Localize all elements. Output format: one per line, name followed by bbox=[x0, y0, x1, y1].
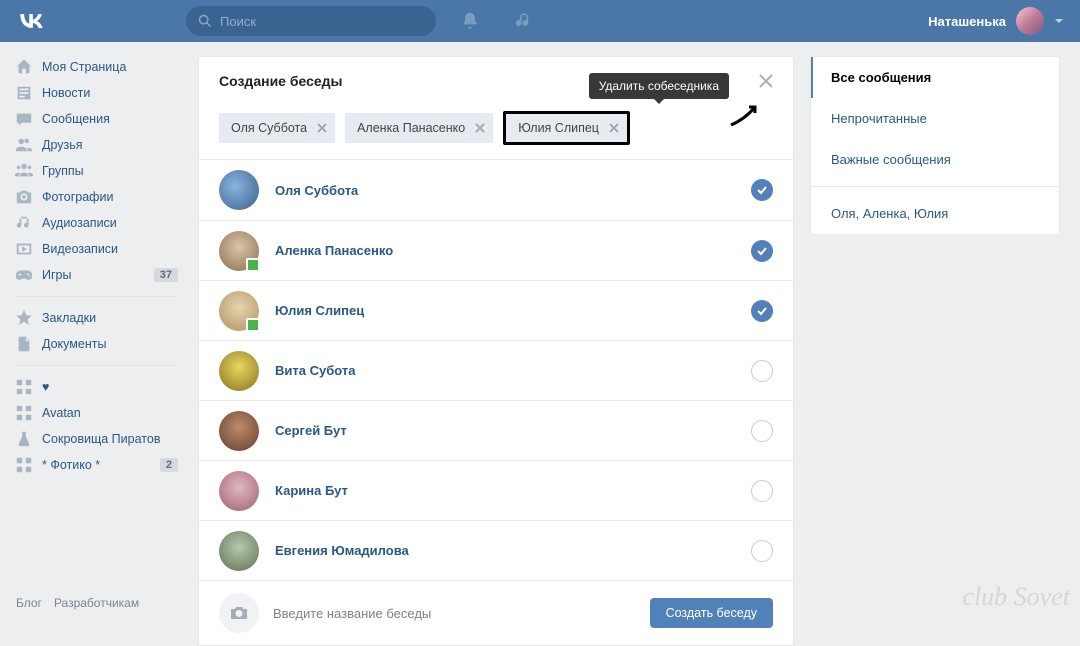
messages-icon bbox=[15, 110, 33, 128]
messages-filter-panel: Все сообщения Непрочитанные Важные сообщ… bbox=[810, 56, 1060, 235]
nav-video[interactable]: Видеозаписи bbox=[6, 236, 184, 262]
nav-photos[interactable]: Фотографии bbox=[6, 184, 184, 210]
chip-remove-icon[interactable] bbox=[475, 123, 485, 133]
app-icon bbox=[15, 456, 33, 474]
avatar bbox=[219, 231, 259, 271]
friend-row[interactable]: Карина Бут bbox=[199, 460, 793, 520]
home-icon bbox=[15, 58, 33, 76]
groups-icon bbox=[15, 162, 33, 180]
create-chat-button[interactable]: Создать беседу bbox=[650, 598, 773, 628]
friend-row[interactable]: Евгения Юмадилова bbox=[199, 520, 793, 580]
avatar bbox=[219, 291, 259, 331]
star-icon bbox=[15, 309, 33, 327]
avatar bbox=[219, 170, 259, 210]
avatar bbox=[219, 351, 259, 391]
nav-app-treasures[interactable]: Сокровища Пиратов bbox=[6, 426, 184, 452]
footer-links: Блог Разработчикам bbox=[8, 588, 147, 618]
games-badge: 37 bbox=[154, 268, 178, 282]
check-off-icon bbox=[751, 480, 773, 502]
nav-my-page[interactable]: Моя Страница bbox=[6, 54, 184, 80]
check-on-icon bbox=[751, 300, 773, 322]
footer-blog[interactable]: Блог bbox=[16, 596, 42, 610]
filter-unread[interactable]: Непрочитанные bbox=[811, 98, 1059, 139]
check-on-icon bbox=[751, 179, 773, 201]
user-menu[interactable]: Наташенька bbox=[928, 7, 1064, 35]
audio-icon bbox=[15, 214, 33, 232]
games-icon bbox=[15, 266, 33, 284]
nav-documents[interactable]: Документы bbox=[6, 331, 184, 357]
avatar bbox=[219, 471, 259, 511]
notifications-icon[interactable] bbox=[460, 11, 480, 31]
nav-bookmarks[interactable]: Закладки bbox=[6, 305, 184, 331]
chip-remove-icon[interactable] bbox=[317, 123, 327, 133]
news-icon bbox=[15, 84, 33, 102]
recent-chat[interactable]: Оля, Аленка, Юлия bbox=[811, 193, 1059, 234]
nav-news[interactable]: Новости bbox=[6, 80, 184, 106]
music-icon[interactable] bbox=[514, 11, 534, 31]
vk-logo[interactable] bbox=[16, 6, 46, 36]
chip-olya[interactable]: Оля Суббота bbox=[219, 113, 335, 143]
footer-dev[interactable]: Разработчикам bbox=[54, 596, 139, 610]
fotiko-badge: 2 bbox=[160, 458, 178, 472]
friend-row[interactable]: Вита Субота bbox=[199, 340, 793, 400]
nav-app-fotiko[interactable]: * Фотико *2 bbox=[6, 452, 184, 478]
chip-remove-icon[interactable] bbox=[609, 123, 619, 133]
avatar bbox=[219, 531, 259, 571]
top-header: Поиск Наташенька bbox=[0, 0, 1080, 42]
username: Наташенька bbox=[928, 14, 1006, 29]
friend-row[interactable]: Юлия Слипец bbox=[199, 280, 793, 340]
check-on-icon bbox=[751, 240, 773, 262]
friend-row[interactable]: Сергей Бут bbox=[199, 400, 793, 460]
dialog-title: Создание беседы bbox=[219, 73, 343, 89]
filter-all[interactable]: Все сообщения bbox=[811, 57, 1059, 98]
nav-app-heart[interactable]: ♥ bbox=[6, 374, 184, 400]
search-input[interactable]: Поиск bbox=[186, 6, 436, 36]
friend-row[interactable]: Оля Суббота bbox=[199, 160, 793, 220]
search-placeholder: Поиск bbox=[220, 14, 256, 29]
avatar bbox=[219, 411, 259, 451]
app-icon bbox=[15, 378, 33, 396]
tooltip-remove: Удалить собеседника bbox=[589, 73, 729, 99]
app-icon bbox=[15, 404, 33, 422]
nav-groups[interactable]: Группы bbox=[6, 158, 184, 184]
chip-alenka[interactable]: Аленка Панасенко bbox=[345, 113, 493, 143]
nav-app-avatan[interactable]: Avatan bbox=[6, 400, 184, 426]
camera-icon bbox=[229, 603, 249, 623]
document-icon bbox=[15, 335, 33, 353]
close-icon[interactable] bbox=[759, 74, 773, 88]
friends-icon bbox=[15, 136, 33, 154]
flask-icon bbox=[15, 430, 33, 448]
chip-yulia[interactable]: Юлия Слипец bbox=[503, 111, 630, 145]
left-sidebar: Моя Страница Новости Сообщения Друзья Гр… bbox=[6, 42, 184, 646]
selected-chips: Удалить собеседника Оля Суббота Аленка П… bbox=[199, 105, 793, 160]
check-off-icon bbox=[751, 540, 773, 562]
friend-row[interactable]: Аленка Панасенко bbox=[199, 220, 793, 280]
chat-name-input[interactable] bbox=[273, 606, 636, 621]
create-chat-panel: Создание беседы Удалить собеседника Оля … bbox=[198, 56, 794, 646]
filter-important[interactable]: Важные сообщения bbox=[811, 139, 1059, 180]
annotation-arrow bbox=[727, 101, 763, 132]
user-avatar bbox=[1016, 7, 1044, 35]
nav-games[interactable]: Игры37 bbox=[6, 262, 184, 288]
nav-audio[interactable]: Аудиозаписи bbox=[6, 210, 184, 236]
nav-friends[interactable]: Друзья bbox=[6, 132, 184, 158]
check-off-icon bbox=[751, 360, 773, 382]
friends-list: Оля Суббота Аленка Панасенко Юлия Слипец… bbox=[199, 160, 793, 580]
camera-icon bbox=[15, 188, 33, 206]
search-icon bbox=[198, 14, 212, 28]
chevron-down-icon bbox=[1054, 16, 1064, 26]
nav-messages[interactable]: Сообщения bbox=[6, 106, 184, 132]
chat-photo-button[interactable] bbox=[219, 593, 259, 633]
check-off-icon bbox=[751, 420, 773, 442]
video-icon bbox=[15, 240, 33, 258]
